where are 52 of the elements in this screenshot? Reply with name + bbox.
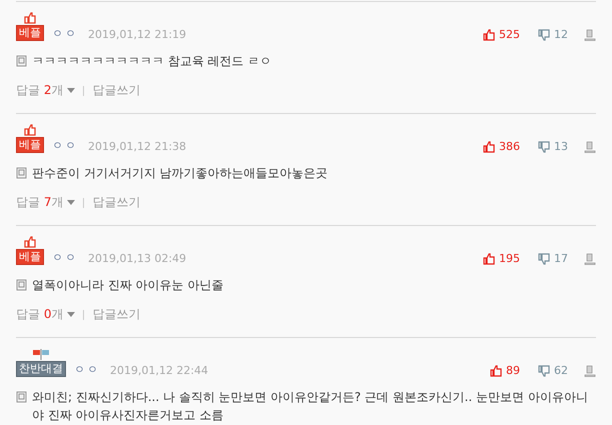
comment-text: 판수준이 거기서거기지 남까기좋아하는애들모아놓은곳 [32, 165, 328, 182]
thumbs-down-icon[interactable] [538, 364, 550, 376]
username[interactable]: ㅇㅇ [52, 250, 78, 265]
comment-date: 2019,01,12 21:19 [88, 28, 186, 41]
replies-toggle[interactable]: 답글 2개 [16, 82, 76, 99]
comment-text: 열폭이아니라 진짜 아이유눈 아닌줄 [32, 277, 224, 294]
thumbs-up-icon [23, 124, 37, 136]
write-reply-link[interactable]: 답글쓰기 [92, 306, 140, 323]
caret-icon [67, 312, 76, 317]
dislike-count: 17 [554, 252, 568, 265]
like-count: 386 [499, 140, 520, 153]
dislike-count: 13 [554, 140, 568, 153]
thumbs-up-icon[interactable] [483, 140, 495, 152]
thumbs-up-icon[interactable] [483, 252, 495, 264]
write-reply-link[interactable]: 답글쓰기 [92, 82, 140, 99]
replies-toggle[interactable]: 답글 7개 [16, 194, 76, 211]
thumbs-up-icon[interactable] [490, 364, 502, 376]
report-icon[interactable] [584, 252, 596, 264]
comment-text: ㅋㅋㅋㅋㅋㅋㅋㅋㅋㅋㅋ 참교육 레전드 ㄹㅇ [32, 53, 272, 70]
memo-icon [16, 279, 27, 291]
comment-badge: 베플 [16, 249, 44, 265]
caret-icon [67, 200, 76, 205]
report-icon[interactable] [584, 28, 596, 40]
thumbs-up-icon [23, 236, 37, 248]
like-count: 195 [499, 252, 520, 265]
like-count: 89 [506, 364, 520, 377]
dislike-count: 12 [554, 28, 568, 41]
thumbs-up-icon [23, 12, 37, 24]
thumbs-down-icon[interactable] [538, 140, 550, 152]
memo-icon [16, 391, 27, 403]
thumbs-up-icon[interactable] [483, 28, 495, 40]
comment-text: 와미친; 진짜신기하다... 나 솔직히 눈만보면 아이유안같거든? 근데 원본조카신기.. 눈만보면 아이유아니야 진짜 아이유사진자른거보고 소름 [32, 389, 589, 424]
replies-toggle[interactable]: 답글 0개 [16, 306, 76, 323]
thumbs-down-icon[interactable] [538, 252, 550, 264]
comment-date: 2019,01,12 21:38 [88, 140, 186, 153]
username[interactable]: ㅇㅇ [74, 362, 100, 377]
memo-icon [16, 55, 27, 67]
comment-date: 2019,01,13 02:49 [88, 252, 186, 265]
write-reply-link[interactable]: 답글쓰기 [92, 194, 140, 211]
caret-icon [67, 88, 76, 93]
like-count: 525 [499, 28, 520, 41]
report-icon[interactable] [584, 364, 596, 376]
dislike-count: 62 [554, 364, 568, 377]
comment-badge: 베플 [16, 25, 44, 41]
report-icon[interactable] [584, 140, 596, 152]
username[interactable]: ㅇㅇ [52, 138, 78, 153]
comment-date: 2019,01,12 22:44 [110, 364, 208, 377]
thumbs-down-icon[interactable] [538, 28, 550, 40]
comment-badge: 찬반대결 [16, 361, 66, 377]
comment-badge: 베플 [16, 137, 44, 153]
memo-icon [16, 167, 27, 179]
username[interactable]: ㅇㅇ [52, 26, 78, 41]
